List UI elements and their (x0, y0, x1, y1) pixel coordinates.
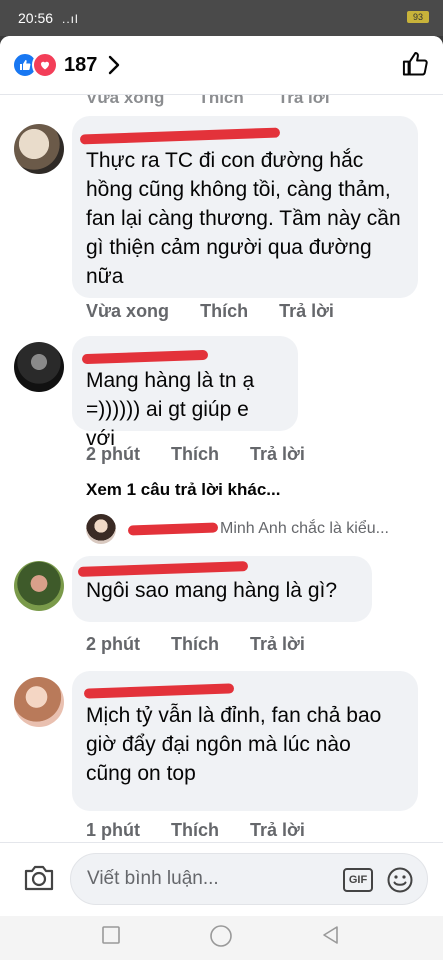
comment-list: Vừa xong Thích Trả lời Thực ra TC đi con đ… (0, 94, 443, 842)
comment-text: Thực ra TC đi con đường hắc hồng cũng kh… (86, 149, 401, 288)
camera-icon[interactable] (22, 863, 56, 893)
redacted-author-name (79, 126, 402, 146)
comment-actions: Vừa xong Thích Trả lời (86, 301, 334, 322)
reactions-summary[interactable]: 187 (12, 52, 121, 78)
comment-time: 2 phút (86, 444, 140, 464)
reply-link[interactable]: Trả lời (250, 634, 305, 655)
comment-bubble[interactable]: Mịch tỷ vẫn là đỉnh, fan chả bao giờ đẩy… (72, 671, 418, 811)
comment-actions: 1 phút Thích Trả lời (86, 820, 305, 841)
status-time: 20:56 (18, 10, 54, 26)
avatar[interactable] (14, 124, 64, 174)
status-bar: 20:56 ..ıl 93 (0, 0, 443, 36)
comment-text: Mịch tỷ vẫn là đỉnh, fan chả bao giờ đẩy… (86, 704, 382, 785)
signal-icon: ..ıl (62, 12, 79, 26)
battery-icon: 93 (407, 11, 429, 23)
previous-comment-actions: Vừa xong Thích Trả lời (86, 94, 330, 107)
comment-bubble[interactable]: Ngôi sao mang hàng là gì? (72, 556, 372, 622)
redacted-author-name (81, 346, 282, 366)
comment-text: Ngôi sao mang hàng là gì? (86, 579, 338, 602)
avatar (86, 514, 116, 544)
reaction-count: 187 (64, 53, 98, 76)
love-reaction-icon (32, 52, 58, 78)
emoji-icon[interactable] (386, 866, 414, 894)
back-icon[interactable] (320, 924, 342, 946)
reply-link[interactable]: Trả lời (250, 820, 305, 841)
comment-input-placeholder: Viết bình luận... (87, 868, 219, 889)
reply-preview-text: Minh Anh chắc là kiểu... (220, 520, 389, 537)
reply-link[interactable]: Trả lời (250, 444, 305, 465)
reply-preview[interactable]: Minh Anh chắc là kiểu... (86, 514, 389, 544)
like-link[interactable]: Thích (171, 820, 219, 841)
like-icon[interactable] (401, 50, 429, 78)
comment-time: 1 phút (86, 820, 140, 840)
reply-link[interactable]: Trả lời (279, 301, 334, 322)
comment-actions: 2 phút Thích Trả lời (86, 444, 305, 465)
like-link[interactable]: Thích (171, 444, 219, 465)
comment-actions: 2 phút Thích Trả lời (86, 634, 305, 655)
redacted-author-name (77, 561, 356, 577)
system-nav-bar (0, 916, 443, 960)
reactions-header: 187 (0, 36, 443, 95)
recent-apps-icon[interactable] (100, 924, 122, 946)
like-link[interactable]: Thích (171, 634, 219, 655)
gif-icon[interactable]: GIF (343, 868, 373, 892)
comment-time: 2 phút (86, 634, 140, 654)
avatar[interactable] (14, 342, 64, 392)
comment-composer: Viết bình luận... GIF (0, 842, 443, 916)
redacted-author-name (124, 519, 220, 539)
redacted-author-name (83, 681, 402, 701)
comment-bubble[interactable]: Mang hàng là tn ạ =)))))) ai gt giúp e v… (72, 336, 298, 450)
comment-time: Vừa xong (86, 301, 170, 321)
comment-text: Mang hàng là tn ạ =)))))) ai gt giúp e v… (86, 369, 255, 450)
avatar[interactable] (14, 561, 64, 611)
view-more-replies-link[interactable]: Xem 1 câu trả lời khác... (86, 480, 280, 500)
chevron-right-icon (109, 55, 120, 75)
comments-sheet: 187 Vừa xong Thích Trả lời Thực ra TC đi c… (0, 36, 443, 916)
avatar[interactable] (14, 677, 64, 727)
comment-bubble[interactable]: Thực ra TC đi con đường hắc hồng cũng kh… (72, 116, 418, 298)
comment-input[interactable]: Viết bình luận... GIF (70, 853, 428, 905)
home-icon[interactable] (209, 924, 233, 948)
like-link[interactable]: Thích (200, 301, 248, 322)
